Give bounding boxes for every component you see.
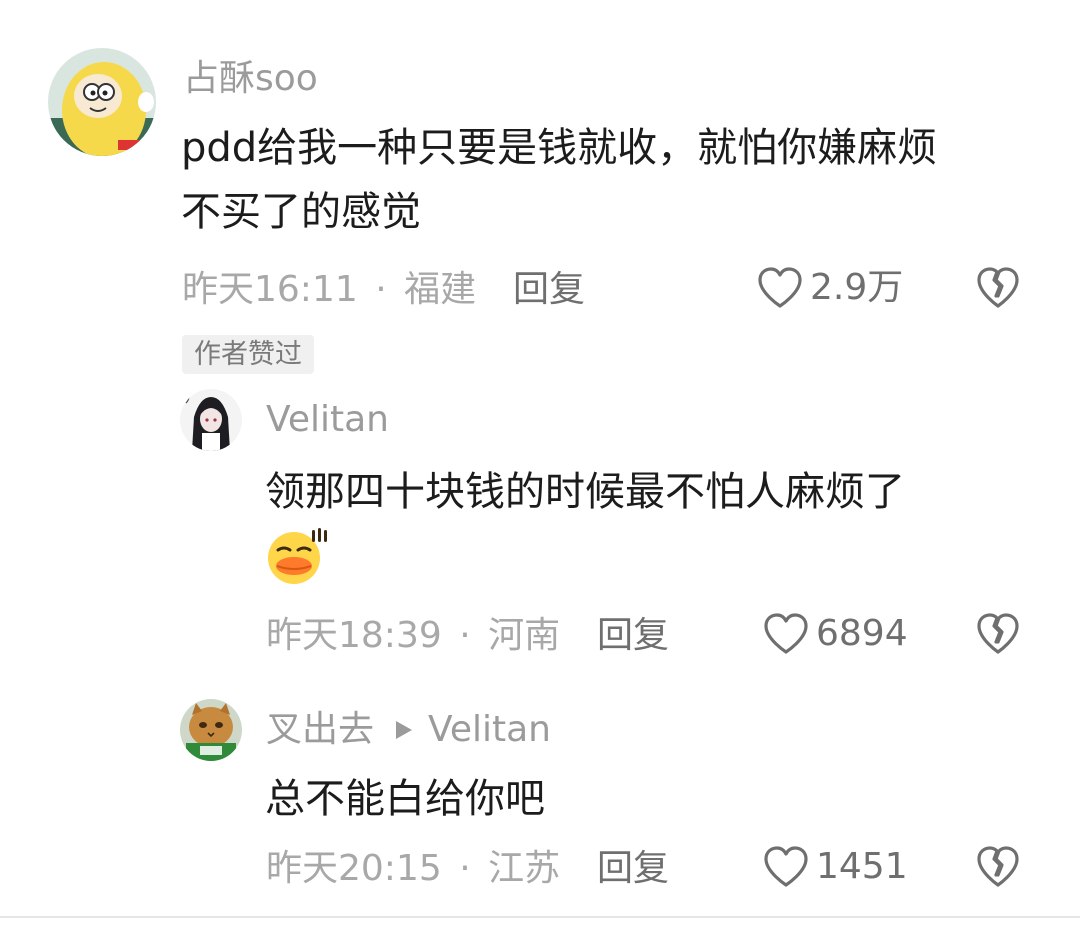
author-liked-badge: 作者赞过 xyxy=(182,335,314,374)
dislike-button[interactable] xyxy=(975,612,1021,660)
meta-separator: · xyxy=(375,269,387,310)
avatar[interactable] xyxy=(180,389,242,451)
comment-meta: 昨天16:11 · 福建 xyxy=(182,272,476,308)
comment-username[interactable]: 占酥soo xyxy=(183,61,318,97)
comment-location: 江苏 xyxy=(488,848,561,889)
meta-separator: · xyxy=(459,848,471,889)
comment-time: 昨天16:11 xyxy=(182,269,358,310)
like-count: 6894 xyxy=(816,613,908,654)
reply-target-username[interactable]: Velitan xyxy=(428,712,551,748)
comment-time: 昨天20:15 xyxy=(266,848,442,889)
comment-text: pdd给我一种只要是钱就收，就怕你嫌麻烦 不买了的感觉 xyxy=(181,116,1061,244)
comment-meta: 昨天20:15 · 江苏 xyxy=(266,851,560,887)
avatar[interactable] xyxy=(180,699,242,761)
comment-text-line: pdd给我一种只要是钱就收，就怕你嫌麻烦 xyxy=(181,125,938,171)
comment-text: 总不能白给你吧 xyxy=(265,776,545,822)
comment-time: 昨天18:39 xyxy=(266,615,442,656)
heart-outline-icon xyxy=(764,613,808,654)
comment-username[interactable]: Velitan xyxy=(266,402,389,438)
bottom-divider xyxy=(0,916,1080,918)
comment-location: 福建 xyxy=(404,269,477,310)
meta-separator: · xyxy=(459,615,471,656)
broken-heart-icon xyxy=(977,267,1019,308)
like-count: 2.9万 xyxy=(810,267,904,308)
heart-outline-icon xyxy=(758,267,802,308)
like-button[interactable]: 2.9万 xyxy=(756,266,903,310)
comment-text: 领那四十块钱的时候最不怕人麻烦了 xyxy=(265,469,905,515)
reply-button[interactable]: 回复 xyxy=(597,851,669,887)
broken-heart-icon xyxy=(977,846,1019,887)
comment-text-line: 不买了的感觉 xyxy=(181,189,421,235)
duck-sweat-emoji xyxy=(264,526,328,590)
heart-outline-icon xyxy=(764,846,808,887)
reply-button[interactable]: 回复 xyxy=(513,272,585,308)
like-button[interactable]: 1451 xyxy=(762,845,908,889)
like-button[interactable]: 6894 xyxy=(762,612,908,656)
comment-username[interactable]: 叉出去 Velitan xyxy=(266,712,551,748)
comment-location: 河南 xyxy=(488,615,561,656)
dislike-button[interactable] xyxy=(975,266,1021,314)
reply-button[interactable]: 回复 xyxy=(597,618,669,654)
dislike-button[interactable] xyxy=(975,845,1021,893)
comment-username-text[interactable]: 叉出去 xyxy=(266,712,374,748)
comment-meta: 昨天18:39 · 河南 xyxy=(266,618,560,654)
avatar[interactable] xyxy=(48,48,156,156)
like-count: 1451 xyxy=(816,846,908,887)
broken-heart-icon xyxy=(977,613,1019,654)
play-triangle-icon xyxy=(396,721,413,739)
